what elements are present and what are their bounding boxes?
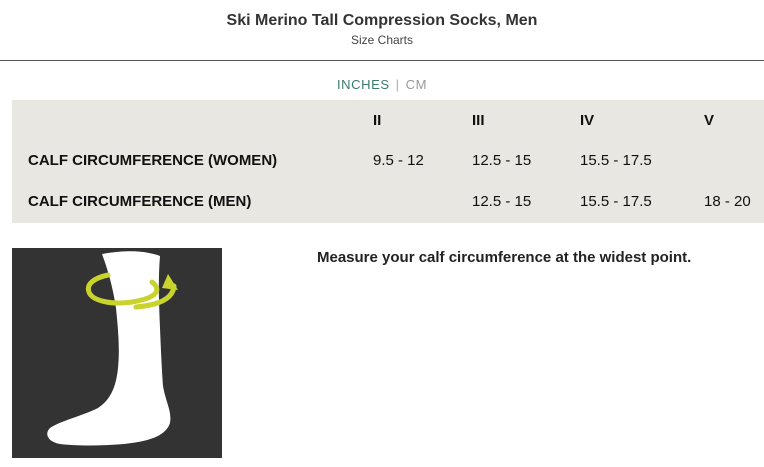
measure-instruction: Measure your calf circumference at the w… bbox=[317, 249, 692, 266]
page-subtitle: Size Charts bbox=[350, 33, 414, 47]
size-table: II III IV V CALF CIRCUMFERENCE (WOMEN) 9… bbox=[12, 100, 764, 223]
table-cell: 12.5 - 15 bbox=[472, 193, 532, 210]
table-cell: 12.5 - 15 bbox=[472, 152, 532, 169]
table-cell: 15.5 - 17.5 bbox=[580, 152, 652, 169]
sock-measure-illustration bbox=[12, 248, 222, 458]
table-cell: 15.5 - 17.5 bbox=[580, 193, 652, 210]
unit-separator: | bbox=[395, 77, 400, 92]
column-header-iii: III bbox=[472, 112, 485, 129]
unit-cm-tab[interactable]: CM bbox=[406, 77, 427, 92]
column-header-ii: II bbox=[373, 112, 382, 129]
table-cell: 18 - 20 bbox=[704, 193, 751, 210]
row-label-men: CALF CIRCUMFERENCE (MEN) bbox=[28, 193, 252, 210]
table-cell: 9.5 - 12 bbox=[373, 152, 424, 169]
sock-measure-icon bbox=[47, 251, 178, 446]
page-header: Ski Merino Tall Compression Socks, Men S… bbox=[0, 0, 764, 61]
unit-toggle: INCHES | CM bbox=[0, 77, 764, 92]
page-title: Ski Merino Tall Compression Socks, Men bbox=[226, 12, 538, 29]
column-header-v: V bbox=[704, 112, 715, 129]
column-header-iv: IV bbox=[580, 112, 595, 129]
row-label-women: CALF CIRCUMFERENCE (WOMEN) bbox=[28, 152, 278, 169]
unit-inches-tab[interactable]: INCHES bbox=[337, 77, 390, 92]
